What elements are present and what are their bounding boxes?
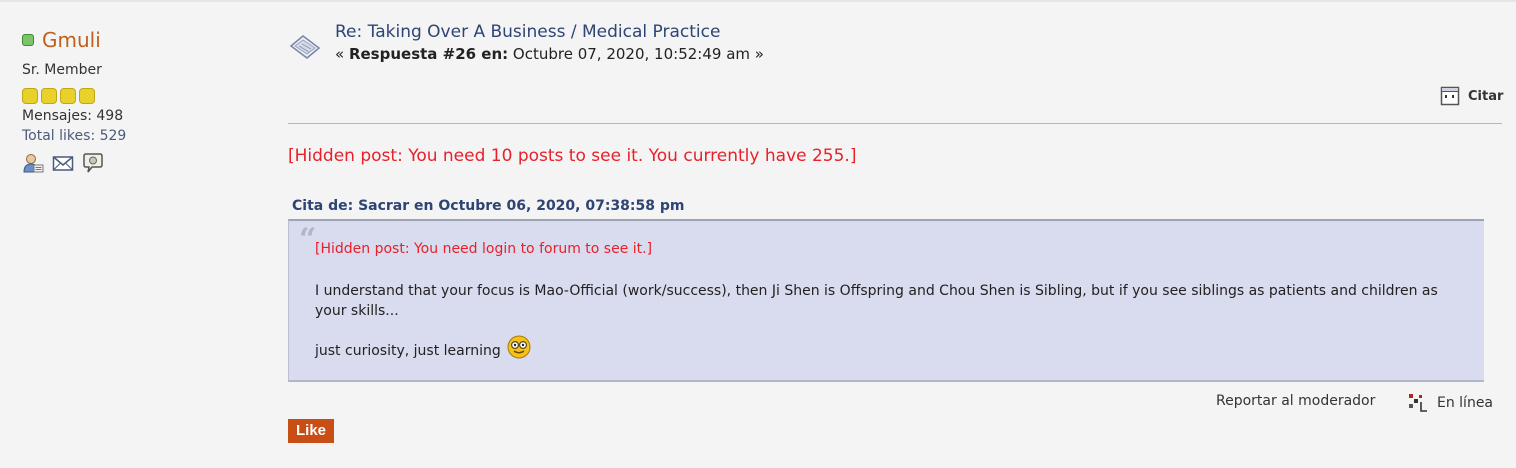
poster-info: Gmuli Sr. Member Mensajes: 498 Total lik…	[22, 26, 262, 174]
meta-open: «	[335, 45, 349, 63]
quote-box: “ [Hidden post: You need login to forum …	[288, 219, 1484, 382]
star-icon	[60, 88, 76, 104]
online-label: En línea	[1437, 395, 1494, 411]
online-indicator-icon	[1409, 394, 1427, 412]
online-status: En línea	[1407, 392, 1493, 414]
personal-message-icon[interactable]	[82, 152, 104, 174]
quote-mark-icon: “	[299, 222, 317, 257]
reply-number: Respuesta #26 en:	[348, 45, 509, 63]
quote-closing-text: just curiosity, just learning	[315, 343, 501, 359]
post-divider	[288, 123, 1502, 124]
profile-icons	[22, 152, 262, 174]
post-count: Mensajes: 498	[22, 108, 124, 124]
quote-body: I understand that your focus is Mao-Offi…	[315, 283, 1438, 319]
post-subject-link[interactable]: Re: Taking Over A Business / Medical Pra…	[335, 22, 720, 42]
post-meta: « Respuesta #26 en: Octubre 07, 2020, 10…	[335, 45, 764, 63]
total-likes: Total likes: 529	[22, 128, 127, 144]
rank-stars	[22, 88, 262, 104]
profile-icon[interactable]	[22, 152, 44, 174]
star-icon	[22, 88, 38, 104]
online-status-icon	[22, 34, 34, 46]
poster-name-link[interactable]: Gmuli	[42, 28, 101, 52]
star-icon	[41, 88, 57, 104]
post-xx-icon	[289, 35, 321, 59]
like-button[interactable]: Like	[288, 419, 335, 443]
quote-label: Citar	[1468, 88, 1504, 104]
poster-name-row: Gmuli	[22, 26, 262, 54]
quote-closing-line: just curiosity, just learning	[315, 335, 531, 359]
email-icon[interactable]	[52, 152, 74, 174]
quote-icon	[1440, 86, 1460, 106]
report-to-moderator-link[interactable]: Reportar al moderador	[1216, 393, 1375, 409]
nerd-smiley-icon	[507, 335, 531, 359]
quote-button[interactable]: Citar	[1440, 86, 1503, 106]
poster-group: Sr. Member	[22, 62, 102, 78]
quote-header-link[interactable]: Cita de: Sacrar en Octubre 06, 2020, 07:…	[292, 198, 685, 214]
star-icon	[79, 88, 95, 104]
post-date: Octubre 07, 2020, 10:52:49 am »	[508, 45, 764, 63]
quote-hidden-notice: [Hidden post: You need login to forum to…	[315, 241, 653, 257]
hidden-post-notice: [Hidden post: You need 10 posts to see i…	[288, 146, 857, 166]
top-divider	[0, 0, 1516, 2]
